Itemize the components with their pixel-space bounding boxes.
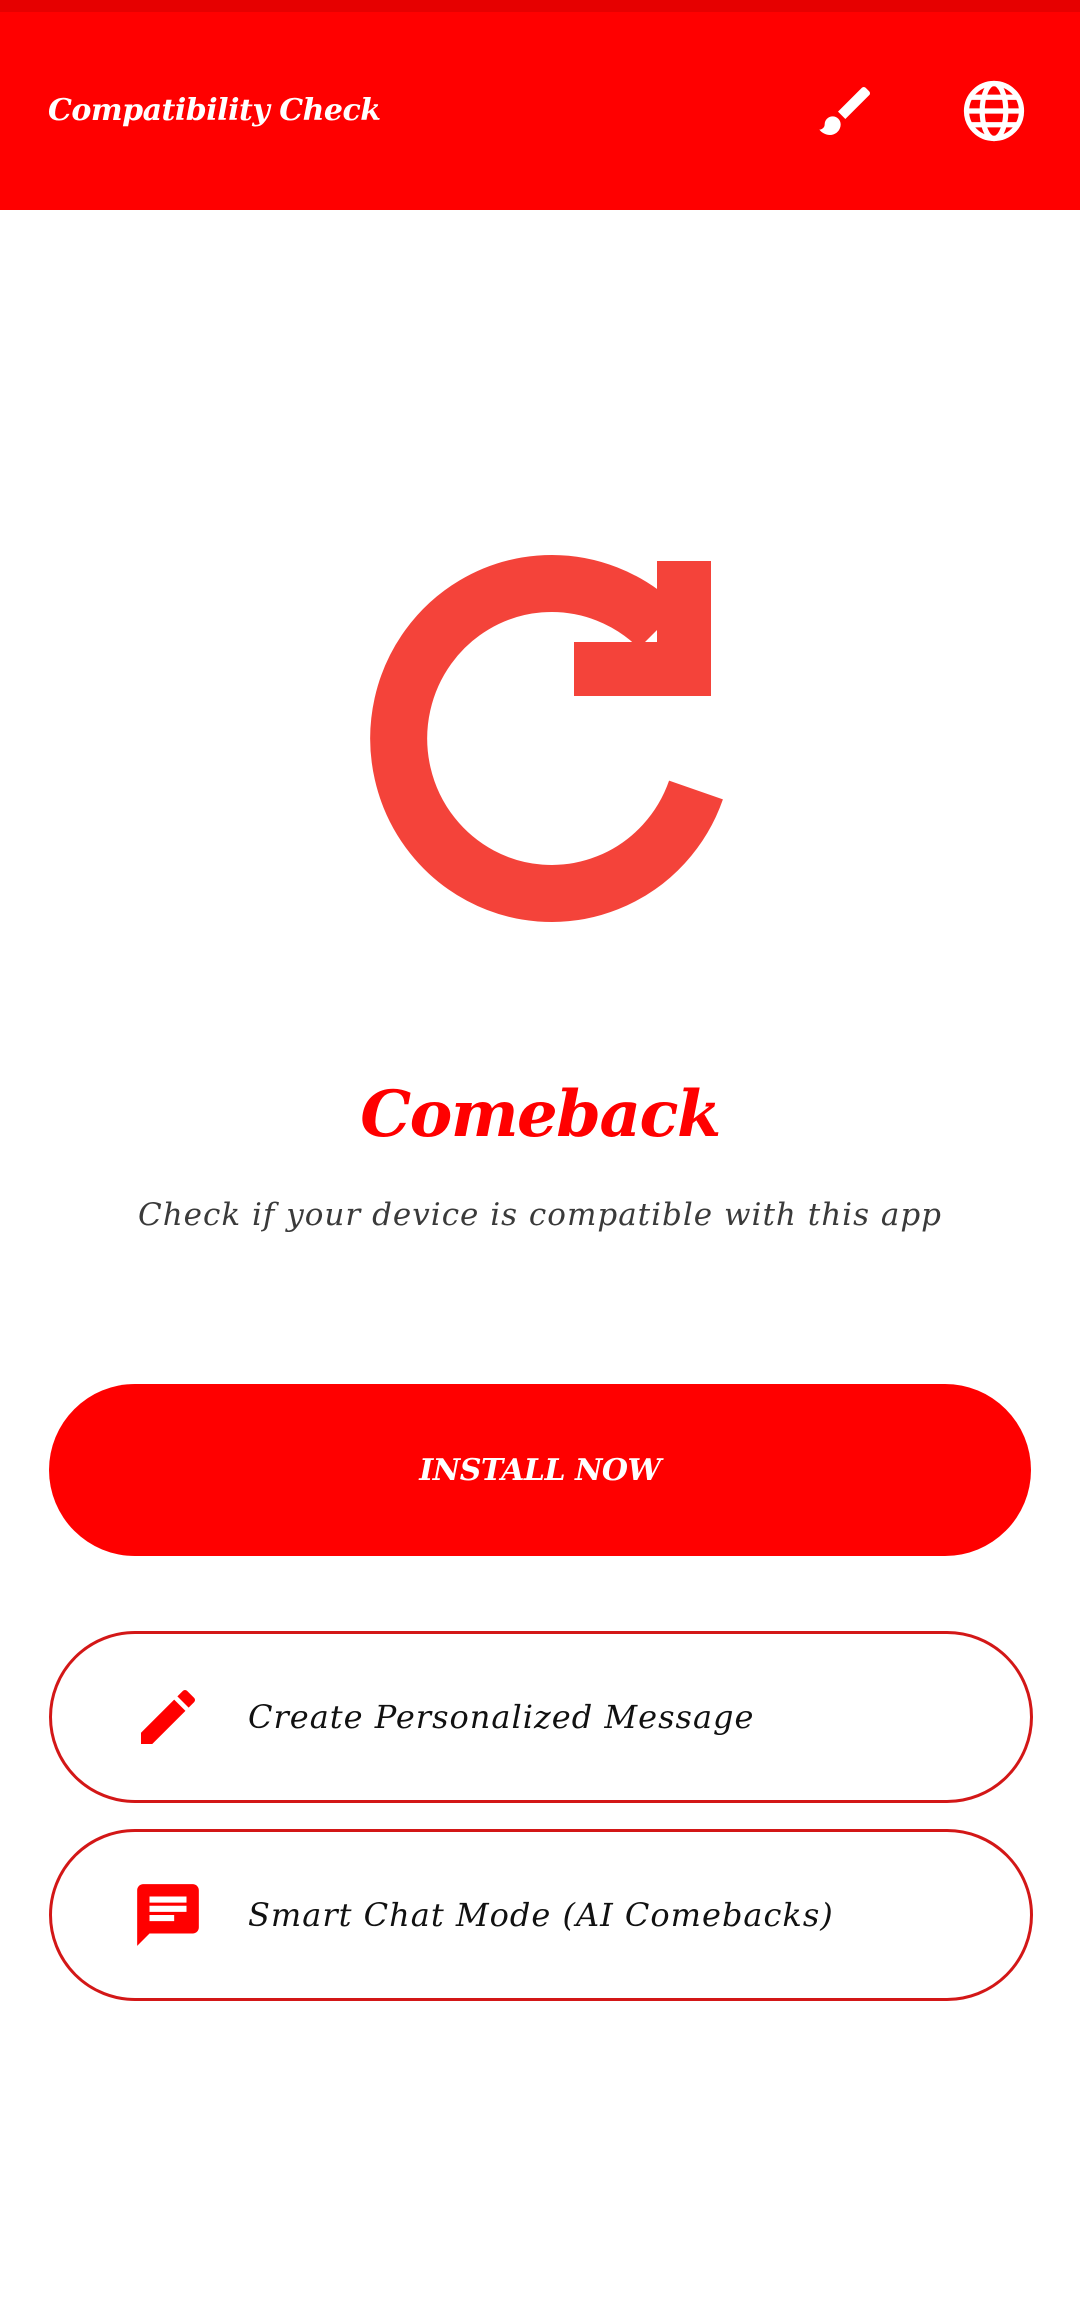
app-name: Comeback [360, 1077, 721, 1152]
theme-button[interactable] [798, 12, 894, 210]
create-personalized-message-button[interactable]: Create Personalized Message [49, 1631, 1033, 1803]
pencil-icon [128, 1677, 208, 1757]
smart-chat-mode-button[interactable]: Smart Chat Mode (AI Comebacks) [49, 1829, 1033, 2001]
paint-brush-icon [819, 86, 871, 135]
redo-arrow-icon [370, 555, 723, 922]
chat-message-icon [128, 1875, 208, 1955]
app-title: Compatibility Check [48, 93, 381, 128]
status-bar [0, 0, 1080, 12]
language-button[interactable] [946, 12, 1042, 210]
globe-icon [963, 80, 1025, 142]
option-label: Create Personalized Message [248, 1698, 755, 1736]
app-bar: Compatibility Check [0, 12, 1080, 210]
compatibility-subtitle: Check if your device is compatible with … [137, 1197, 943, 1233]
option-label: Smart Chat Mode (AI Comebacks) [248, 1896, 834, 1934]
app-logo [330, 540, 750, 960]
install-now-button[interactable]: INSTALL NOW [49, 1384, 1031, 1556]
